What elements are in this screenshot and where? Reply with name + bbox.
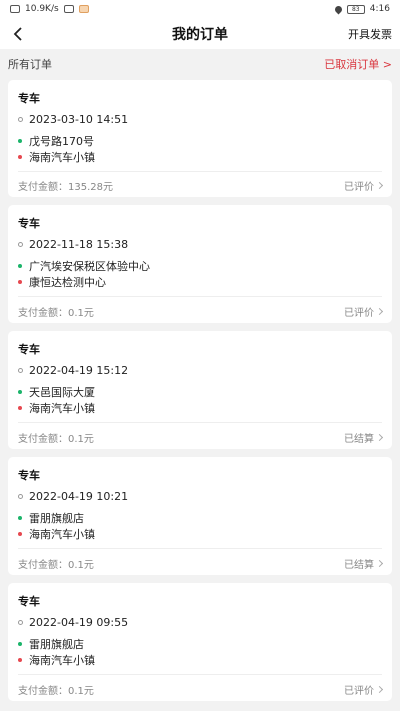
end-dot-icon [18,532,22,536]
order-to: 康恒达检测中心 [29,276,106,289]
order-from-row: 戊号路170号 [18,133,94,149]
order-card[interactable]: 专车 2023-03-10 14:51 戊号路170号 海南汽车小镇 支付金额：… [8,80,392,197]
order-time-row: 2022-04-19 10:21 [18,490,128,503]
order-time-row: 2022-04-19 15:12 [18,364,128,377]
order-to-row: 海南汽车小镇 [18,400,95,416]
start-dot-icon [18,642,22,646]
order-card[interactable]: 专车 2022-04-19 09:55 雷朋旗舰店 海南汽车小镇 支付金额：0.… [8,583,392,701]
clock-icon [18,242,23,247]
order-status[interactable]: 已评价 [344,682,384,697]
pay-amount: 支付金额：135.28元 [18,182,113,193]
start-dot-icon [18,516,22,520]
order-type: 专车 [18,217,40,230]
chevron-right-icon [375,685,384,694]
clock-icon [18,117,23,122]
clock-icon [18,620,23,625]
pay-amount: 支付金额：0.1元 [18,560,94,571]
pay-amount: 支付金额：0.1元 [18,686,94,697]
order-status[interactable]: 已评价 [344,178,384,193]
start-dot-icon [18,139,22,143]
card-divider [18,171,382,172]
chevron-right-icon [375,307,384,316]
order-from-row: 天邑国际大厦 [18,384,95,400]
order-from-row: 雷朋旗舰店 [18,510,84,526]
order-to-row: 康恒达检测中心 [18,274,106,290]
issue-invoice-button[interactable]: 开具发票 [348,26,392,42]
card-divider [18,296,382,297]
back-arrow-icon[interactable] [8,24,28,44]
order-time: 2022-04-19 15:12 [29,364,129,377]
start-dot-icon [18,390,22,394]
network-speed: 10.9K/s [25,4,59,14]
order-time-row: 2022-11-18 15:38 [18,238,128,251]
order-from-row: 广汽埃安保税区体验中心 [18,258,150,274]
all-orders-label: 所有订单 [8,58,52,71]
wechat-icon [63,5,74,13]
order-time: 2023-03-10 14:51 [29,113,129,126]
end-dot-icon [18,155,22,159]
order-status-label: 已评价 [344,182,374,193]
clock-time: 4:16 [369,4,390,14]
order-status[interactable]: 已结算 [344,430,384,445]
order-card[interactable]: 专车 2022-04-19 15:12 天邑国际大厦 海南汽车小镇 支付金额：0… [8,331,392,449]
app-notification-icon [78,5,89,13]
order-status-label: 已结算 [344,560,374,571]
card-divider [18,548,382,549]
signal-icon [10,5,20,13]
order-status[interactable]: 已评价 [344,304,384,319]
order-from-row: 雷朋旗舰店 [18,636,84,652]
cancelled-orders-link[interactable]: 已取消订单 > [324,56,392,72]
order-status-label: 已评价 [344,686,374,697]
order-type: 专车 [18,469,40,482]
order-to: 海南汽车小镇 [29,151,95,164]
order-status-label: 已结算 [344,434,374,445]
section-header: 所有订单 已取消订单 > [0,49,400,79]
battery-level: 83 [351,5,360,13]
status-bar: 10.9K/s 83 4:16 [0,0,400,18]
end-dot-icon [18,280,22,284]
order-status-label: 已评价 [344,308,374,319]
order-time: 2022-04-19 09:55 [29,616,129,629]
chevron-right-icon [375,181,384,190]
card-divider [18,422,382,423]
nav-bar: 我的订单 开具发票 [0,18,400,49]
clock-icon [18,494,23,499]
order-status[interactable]: 已结算 [344,556,384,571]
order-to: 海南汽车小镇 [29,402,95,415]
clock-icon [18,368,23,373]
order-from: 天邑国际大厦 [29,386,95,399]
end-dot-icon [18,406,22,410]
end-dot-icon [18,658,22,662]
order-from: 戊号路170号 [29,135,94,148]
order-time-row: 2022-04-19 09:55 [18,616,128,629]
order-to-row: 海南汽车小镇 [18,526,95,542]
pay-amount: 支付金额：0.1元 [18,308,94,319]
chevron-right-icon [375,559,384,568]
status-left: 10.9K/s [10,4,89,14]
card-divider [18,674,382,675]
order-type: 专车 [18,92,40,105]
order-to-row: 海南汽车小镇 [18,149,95,165]
order-from: 雷朋旗舰店 [29,512,84,525]
battery-icon: 83 [346,4,365,14]
order-time: 2022-11-18 15:38 [29,238,129,251]
order-from: 雷朋旗舰店 [29,638,84,651]
order-card[interactable]: 专车 2022-11-18 15:38 广汽埃安保税区体验中心 康恒达检测中心 … [8,205,392,323]
order-card[interactable]: 专车 2022-04-19 10:21 雷朋旗舰店 海南汽车小镇 支付金额：0.… [8,457,392,575]
order-time-row: 2023-03-10 14:51 [18,113,128,126]
order-from: 广汽埃安保税区体验中心 [29,260,150,273]
page-title: 我的订单 [172,26,228,43]
order-to-row: 海南汽车小镇 [18,652,95,668]
order-to: 海南汽车小镇 [29,528,95,541]
order-to: 海南汽车小镇 [29,654,95,667]
start-dot-icon [18,264,22,268]
status-right: 83 4:16 [333,4,390,14]
location-icon [333,4,344,14]
pay-amount: 支付金额：0.1元 [18,434,94,445]
chevron-right-icon [375,433,384,442]
order-time: 2022-04-19 10:21 [29,490,129,503]
order-type: 专车 [18,343,40,356]
order-type: 专车 [18,595,40,608]
